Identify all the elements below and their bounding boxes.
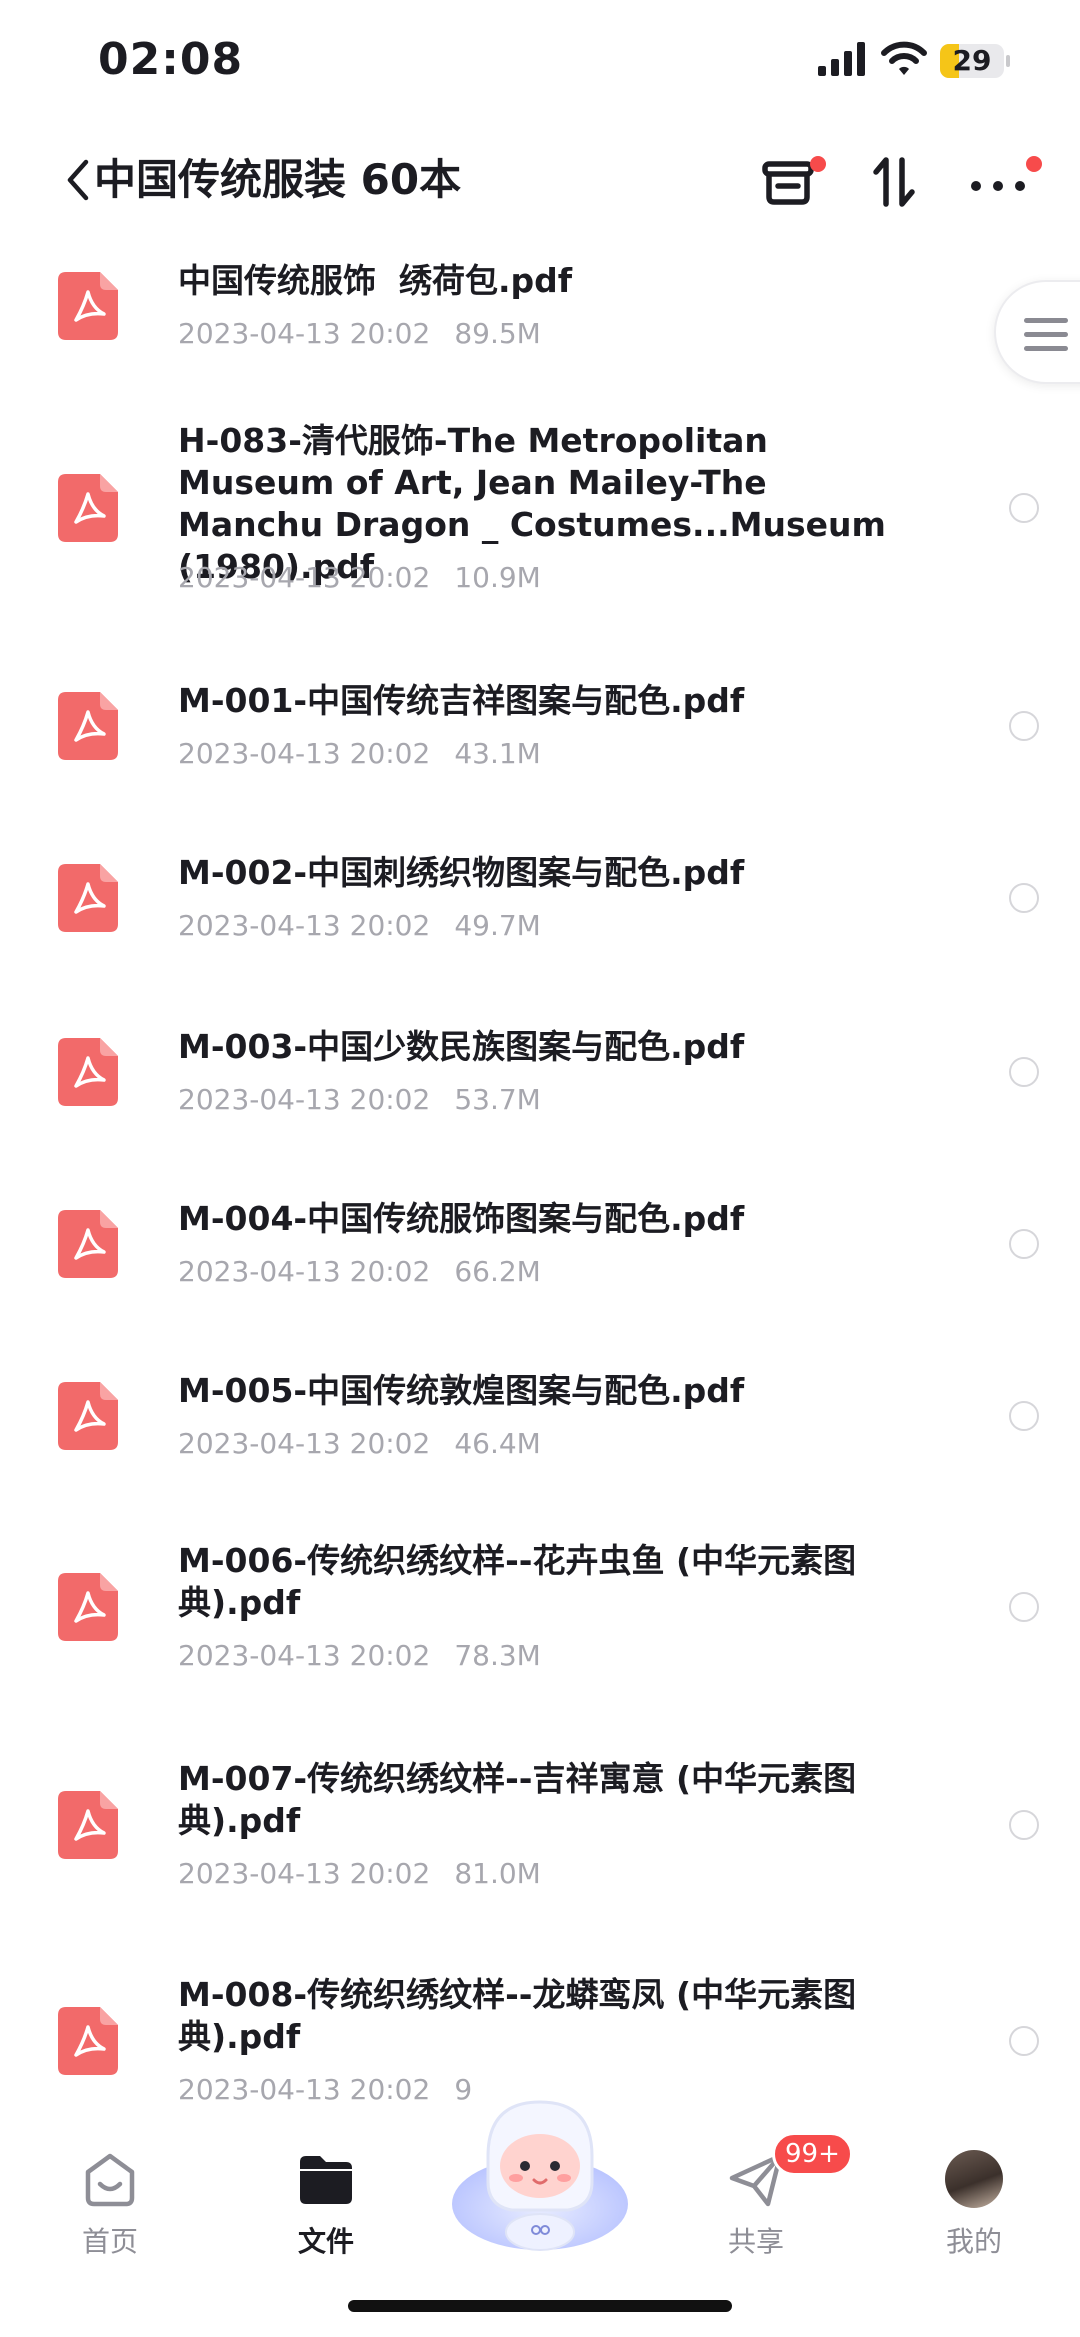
file-meta: 2023-04-13 20:02 43.1M xyxy=(178,736,541,772)
file-size: 66.2M xyxy=(454,1255,541,1288)
tab-home-label: 首页 xyxy=(81,2225,138,2258)
file-name: 中国传统服饰 绣荷包.pdf xyxy=(178,261,573,300)
file-name: M-003-中国少数民族图案与配色.pdf xyxy=(178,1027,745,1066)
file-row[interactable]: M-004-中国传统服饰图案与配色.pdf 2023-04-13 20:02 66.… xyxy=(0,1198,1080,1290)
file-meta: 2023-04-13 20:02 49.7M xyxy=(178,908,541,944)
pdf-icon xyxy=(58,692,118,760)
file-row[interactable]: M-003-中国少数民族图案与配色.pdf 2023-04-13 20:02 53.… xyxy=(0,1026,1080,1118)
pdf-icon xyxy=(58,2007,118,2075)
file-size: 43.1M xyxy=(454,737,541,770)
file-meta: 2023-04-13 20:02 53.7M xyxy=(178,1082,541,1118)
file-name: M-002-中国刺绣织物图案与配色.pdf xyxy=(178,853,745,892)
file-name: M-001-中国传统吉祥图案与配色.pdf xyxy=(178,681,745,720)
file-meta: 2023-04-13 20:02 66.2M xyxy=(178,1254,541,1290)
file-size: 81.0M xyxy=(454,1857,541,1890)
file-row[interactable]: H-083-清代服饰-The Metropolitan Museum of Ar… xyxy=(0,420,1080,596)
home-icon xyxy=(85,2153,135,2207)
select-radio[interactable] xyxy=(1009,1229,1039,1259)
select-radio[interactable] xyxy=(1009,883,1039,913)
select-radio[interactable] xyxy=(1009,1592,1039,1622)
file-date: 2023-04-13 20:02 xyxy=(178,317,431,350)
more-button[interactable] xyxy=(958,142,1042,222)
tab-share[interactable]: 99+ 共享 xyxy=(686,2132,853,2278)
status-bar: 02:08 29 xyxy=(0,0,1080,120)
select-radio[interactable] xyxy=(1009,1057,1039,1087)
select-radio[interactable] xyxy=(1009,2026,1039,2056)
file-row[interactable]: M-002-中国刺绣织物图案与配色.pdf 2023-04-13 20:02 49.… xyxy=(0,852,1080,944)
battery-level: 29 xyxy=(952,44,992,77)
folder-icon xyxy=(300,2156,352,2204)
select-radio[interactable] xyxy=(1009,1810,1039,1840)
pdf-icon xyxy=(58,1038,118,1106)
tab-mine[interactable]: 我的 xyxy=(904,2148,1044,2278)
file-size: 49.7M xyxy=(454,909,541,942)
pdf-icon xyxy=(58,1382,118,1450)
select-radio[interactable] xyxy=(1009,1401,1039,1431)
file-list: 中国传统服饰 绣荷包.pdf 2023-04-13 20:02 89.5M H-083… xyxy=(0,240,1080,2130)
file-date: 2023-04-13 20:02 xyxy=(178,1427,431,1460)
file-name: M-008-传统织绣纹样--龙蟒鸾凤 (中华元素图典).pdf xyxy=(178,1975,857,2056)
file-size: 89.5M xyxy=(454,317,541,350)
more-dots-icon xyxy=(971,181,1025,191)
notification-dot xyxy=(1026,156,1042,172)
file-row[interactable]: M-005-中国传统敦煌图案与配色.pdf 2023-04-13 20:02 46.… xyxy=(0,1370,1080,1462)
signal-icon xyxy=(818,42,865,76)
file-date: 2023-04-13 20:02 xyxy=(178,1255,431,1288)
select-radio[interactable] xyxy=(1009,493,1039,523)
file-date: 2023-04-13 20:02 xyxy=(178,737,431,770)
file-row[interactable]: M-007-传统织绣纹样--吉祥寓意 (中华元素图典).pdf 2023-04-1… xyxy=(0,1758,1080,1892)
file-name: M-005-中国传统敦煌图案与配色.pdf xyxy=(178,1371,745,1410)
tab-home[interactable]: 首页 xyxy=(40,2148,180,2278)
file-meta: 2023-04-13 20:02 46.4M xyxy=(178,1426,541,1462)
file-meta: 2023-04-13 20:02 89.5M xyxy=(178,316,541,352)
file-name: M-004-中国传统服饰图案与配色.pdf xyxy=(178,1199,745,1238)
pdf-icon xyxy=(58,864,118,932)
battery-indicator: 29 xyxy=(940,44,1010,78)
file-row[interactable]: 中国传统服饰 绣荷包.pdf 2023-04-13 20:02 89.5M xyxy=(0,260,1080,352)
file-size: 46.4M xyxy=(454,1427,541,1460)
file-date: 2023-04-13 20:02 xyxy=(178,909,431,942)
file-date: 2023-04-13 20:02 xyxy=(178,561,431,594)
home-indicator xyxy=(348,2300,732,2312)
pdf-icon xyxy=(58,1573,118,1641)
status-time: 02:08 xyxy=(98,34,244,85)
file-row[interactable]: M-006-传统织绣纹样--花卉虫鱼 (中华元素图典).pdf 2023-04-1… xyxy=(0,1540,1080,1674)
tab-share-label: 共享 xyxy=(727,2225,784,2258)
notification-dot xyxy=(810,156,826,172)
tab-mine-label: 我的 xyxy=(945,2225,1002,2258)
file-date: 2023-04-13 20:02 xyxy=(178,1857,431,1890)
tab-files-label: 文件 xyxy=(297,2225,354,2258)
file-row[interactable]: M-001-中国传统吉祥图案与配色.pdf 2023-04-13 20:02 43.… xyxy=(0,680,1080,772)
file-size: 53.7M xyxy=(454,1083,541,1116)
avatar xyxy=(945,2150,1003,2208)
file-meta: 2023-04-13 20:02 10.9M xyxy=(178,560,541,596)
file-date: 2023-04-13 20:02 xyxy=(178,1639,431,1672)
file-meta: 2023-04-13 20:02 78.3M xyxy=(178,1638,541,1674)
tab-files[interactable]: 文件 xyxy=(256,2148,396,2278)
file-date: 2023-04-13 20:02 xyxy=(178,1083,431,1116)
file-name: M-007-传统织绣纹样--吉祥寓意 (中华元素图典).pdf xyxy=(178,1759,857,1840)
file-date: 2023-04-13 20:02 xyxy=(178,2073,431,2106)
file-size: 78.3M xyxy=(454,1639,541,1672)
mascot-icon[interactable] xyxy=(448,2086,632,2256)
file-meta: 2023-04-13 20:02 81.0M xyxy=(178,1856,541,1892)
basket-button[interactable] xyxy=(748,142,828,222)
back-chevron-icon[interactable] xyxy=(60,150,96,210)
wifi-icon xyxy=(881,41,927,75)
pdf-icon xyxy=(58,1210,118,1278)
select-radio[interactable] xyxy=(1009,711,1039,741)
sort-arrows-icon xyxy=(873,157,915,207)
file-meta: 2023-04-13 20:02 9 xyxy=(178,2072,472,2108)
header: 中国传统服装 60本 xyxy=(0,130,1080,240)
pdf-icon xyxy=(58,474,118,542)
pdf-icon xyxy=(58,1791,118,1859)
share-badge: 99+ xyxy=(772,2132,853,2176)
page-title: 中国传统服装 60本 xyxy=(94,155,462,204)
basket-icon xyxy=(762,161,814,205)
file-name: M-006-传统织绣纹样--花卉虫鱼 (中华元素图典).pdf xyxy=(178,1541,857,1622)
pdf-icon xyxy=(58,272,118,340)
sort-button[interactable] xyxy=(854,142,934,222)
file-size: 10.9M xyxy=(454,561,541,594)
